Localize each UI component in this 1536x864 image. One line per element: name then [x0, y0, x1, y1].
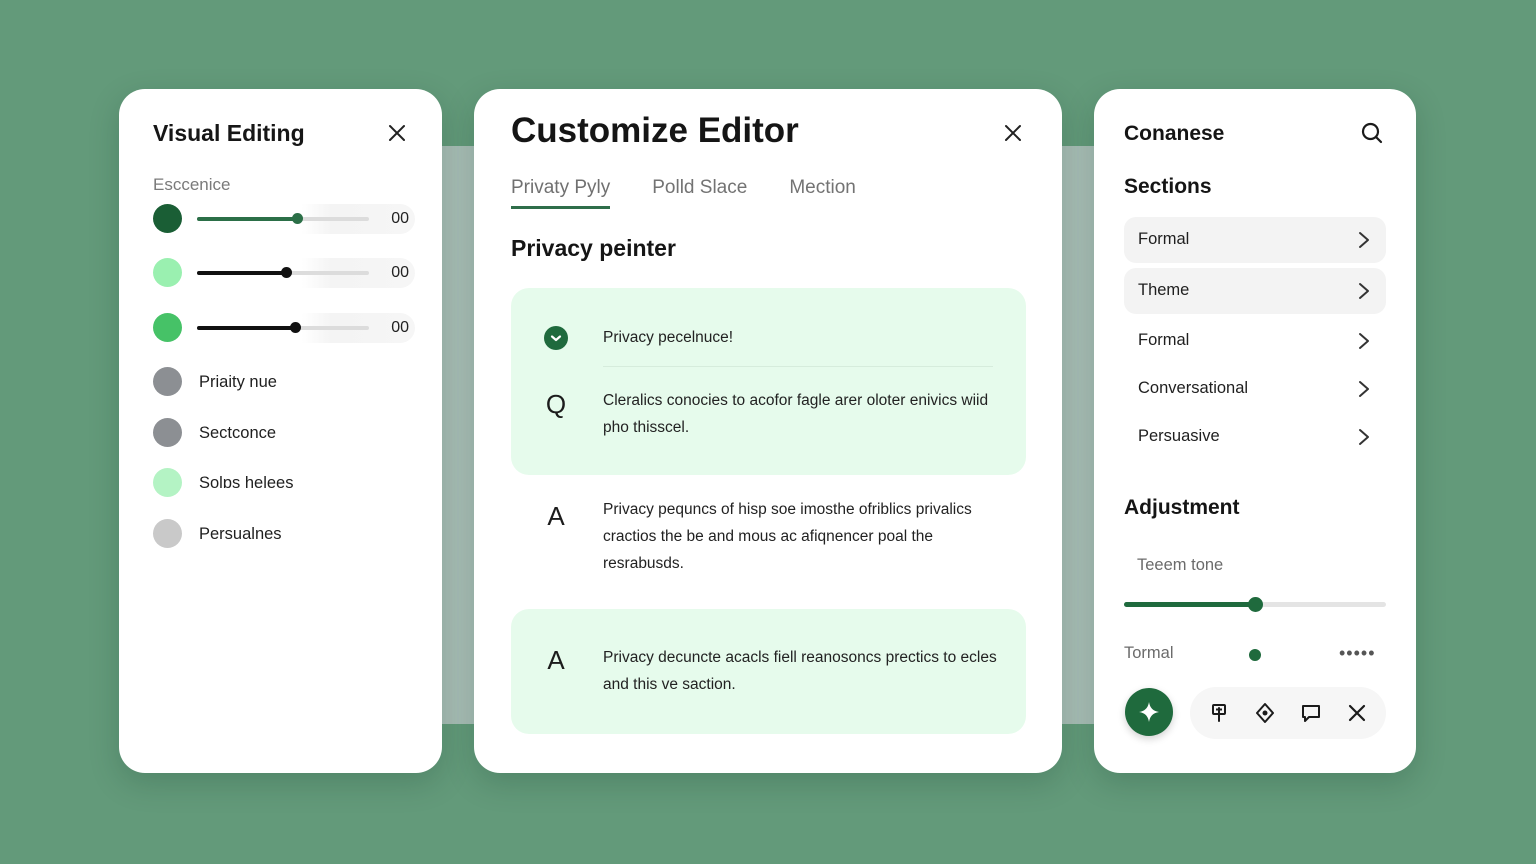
pin-button[interactable]: [1204, 698, 1234, 728]
diamond-icon: [1256, 703, 1274, 723]
list-item[interactable]: Solɒs helees: [153, 468, 413, 498]
close-toolbar-button[interactable]: [1342, 698, 1372, 728]
highlight-card: A Privacy decuncte acacls fiell reanoson…: [511, 609, 1026, 734]
toolbar: [1190, 687, 1386, 739]
tormal-label: Tormal: [1124, 644, 1174, 662]
letter-q-icon: Q: [545, 389, 567, 419]
chevron-right-icon: [1359, 283, 1369, 299]
slider-knob[interactable]: [281, 267, 293, 278]
tab-privaty-pyly[interactable]: Privaty Pyly: [511, 177, 611, 209]
divider: [603, 366, 993, 367]
tone-slider[interactable]: [1124, 597, 1386, 612]
search-icon: [1361, 122, 1383, 144]
close-button[interactable]: [1001, 121, 1025, 145]
section-title: Privacy peinter: [511, 235, 676, 261]
tone-label: Teeem tone: [1137, 556, 1224, 574]
list-item[interactable]: Sectconce: [153, 418, 413, 448]
close-icon: [1348, 704, 1366, 722]
section-item-conversational[interactable]: Conversational: [1124, 366, 1386, 412]
section-item-label: Conversational: [1138, 379, 1249, 397]
slider[interactable]: 00: [197, 204, 415, 234]
sparkle-icon: [1139, 702, 1159, 722]
section-item-persuasive[interactable]: Persuasive: [1124, 414, 1386, 460]
color-swatch: [153, 418, 182, 447]
section-item-label: Theme: [1138, 281, 1190, 299]
chevron-right-icon: [1359, 429, 1369, 445]
letter-a-icon: A: [547, 645, 565, 675]
chevron-right-icon: [1359, 333, 1369, 349]
sections-heading: Sections: [1124, 175, 1212, 198]
list-item-label: Sectconce: [199, 424, 277, 442]
chevron-right-icon: [1359, 232, 1369, 248]
list-item-label: Priaity nue: [199, 373, 277, 391]
close-button[interactable]: [385, 121, 409, 145]
section-item-theme[interactable]: Theme: [1124, 268, 1386, 314]
tab-mection[interactable]: Mection: [789, 177, 856, 209]
section-item-label: Persuasive: [1138, 427, 1220, 445]
list-item-label: Persualnes: [199, 525, 282, 543]
section-item-label: Formal: [1138, 331, 1190, 349]
color-swatch[interactable]: [153, 313, 182, 342]
comment-button[interactable]: [1296, 698, 1326, 728]
color-swatch[interactable]: [153, 204, 182, 233]
color-swatch[interactable]: [153, 258, 182, 287]
section-item-label: Formal: [1138, 230, 1190, 248]
slider[interactable]: 00: [197, 258, 415, 288]
section-item-formal[interactable]: Formal: [1124, 217, 1386, 263]
highlight-card: Privacy pecelnuce! Q Cleralics conocies …: [511, 288, 1026, 475]
section-label: Esccenice: [153, 175, 231, 194]
tab-polld-slace[interactable]: Polld Slace: [652, 177, 747, 209]
search-button[interactable]: [1360, 121, 1384, 145]
section-item-formal-2[interactable]: Formal: [1124, 318, 1386, 364]
color-swatch: [153, 468, 182, 497]
slider-knob[interactable]: [290, 322, 302, 333]
slider-knob[interactable]: [291, 213, 303, 224]
letter-a-icon: A: [547, 501, 565, 531]
customize-editor-panel: Customize Editor Privaty Pyly Polld Slac…: [474, 89, 1062, 773]
conanese-panel: Conanese Sections Formal Theme Formal Co…: [1094, 89, 1416, 773]
color-swatch: [153, 367, 182, 396]
list-item[interactable]: Persualnes: [153, 519, 413, 549]
more-options-button[interactable]: •••••: [1339, 643, 1376, 664]
slider-value: 00: [391, 264, 409, 281]
close-icon: [389, 125, 405, 141]
item-text: Privacy pecelnuce!: [603, 329, 734, 346]
close-icon: [1005, 125, 1021, 141]
chevron-right-icon: [1359, 381, 1369, 397]
tab-bar: Privaty Pyly Polld Slace Mection: [511, 177, 856, 209]
check-circle-icon: [541, 326, 571, 350]
sparkle-button[interactable]: [1125, 688, 1173, 736]
status-dot: [1249, 649, 1261, 661]
diamond-button[interactable]: [1250, 698, 1280, 728]
panel-title: Visual Editing: [153, 120, 305, 146]
item-text: Cleralics conocies to acofor fagle arer …: [603, 392, 989, 436]
color-swatch: [153, 519, 182, 548]
panel-title: Customize Editor: [511, 111, 799, 150]
list-item-label: Solɒs helees: [199, 474, 294, 492]
slider-knob[interactable]: [1248, 597, 1263, 612]
color-slider-row: 00: [153, 204, 415, 234]
item-text: Privacy pequncs of hisp soe imosthe ofri…: [603, 501, 972, 572]
list-item[interactable]: Priaity nue: [153, 367, 413, 397]
comment-icon: [1302, 705, 1320, 722]
visual-editing-panel: Visual Editing Esccenice 00 00 00 Priait…: [119, 89, 442, 773]
pin-icon: [1212, 704, 1226, 722]
color-slider-row: 00: [153, 313, 415, 343]
item-text: Privacy decuncte acacls fiell reanosoncs…: [603, 649, 997, 693]
panel-title: Conanese: [1124, 122, 1225, 145]
color-slider-row: 00: [153, 258, 415, 288]
slider-value: 00: [391, 319, 409, 336]
slider[interactable]: 00: [197, 313, 415, 343]
adjustment-heading: Adjustment: [1124, 496, 1240, 519]
slider-value: 00: [391, 210, 409, 227]
